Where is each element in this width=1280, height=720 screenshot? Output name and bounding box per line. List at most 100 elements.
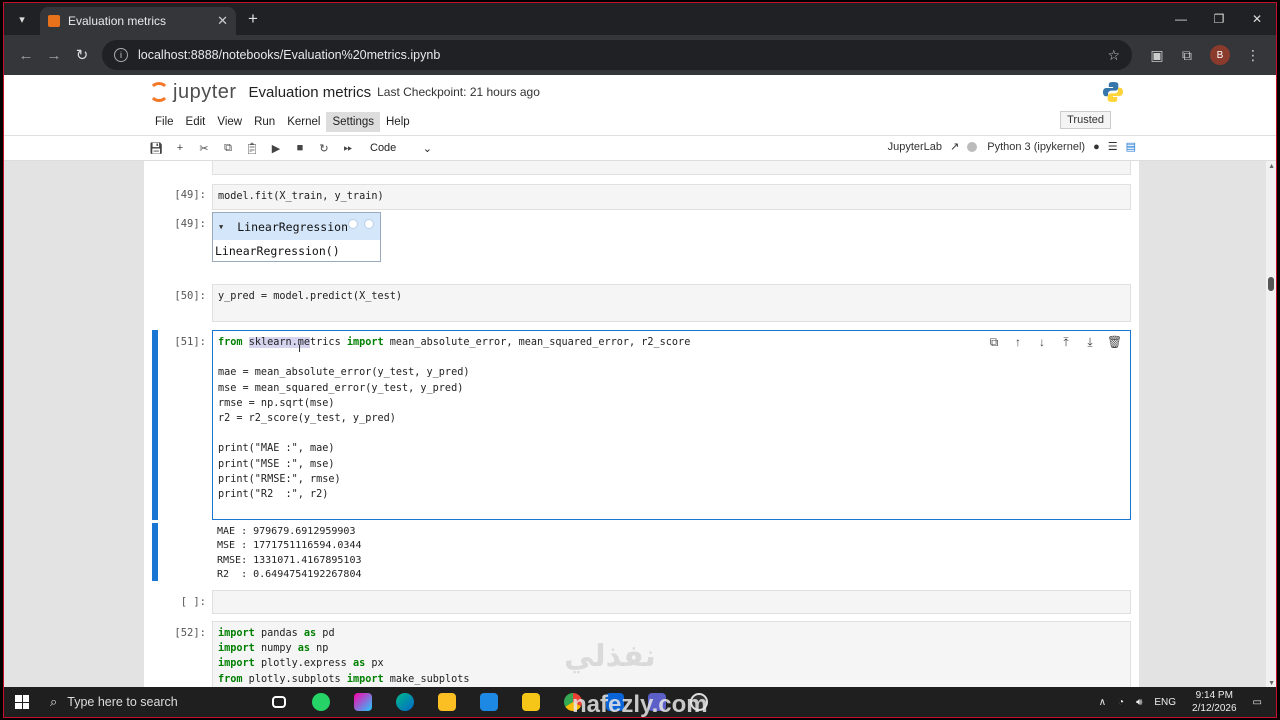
- code-line: model.fit(X_train, y_train): [218, 191, 384, 202]
- previous-cell-input[interactable]: [212, 161, 1131, 175]
- extensions-icon[interactable]: ⧉: [1172, 47, 1202, 64]
- maximize-icon[interactable]: ❐: [1200, 3, 1238, 35]
- empty-code-cell-input[interactable]: [212, 590, 1131, 614]
- code-line: print("R2 :", r2): [218, 489, 329, 501]
- output-prompt: [49]:: [174, 218, 206, 230]
- menu-view[interactable]: View: [211, 112, 248, 132]
- trusted-badge[interactable]: Trusted: [1060, 111, 1111, 129]
- restart-run-all-icon[interactable]: ⏩︎: [336, 142, 360, 155]
- reload-icon[interactable]: ↻: [68, 46, 96, 64]
- task-view-icon[interactable]: [258, 687, 300, 717]
- stop-icon[interactable]: ■: [288, 142, 312, 154]
- kernel-name[interactable]: Python 3 (ipykernel): [987, 141, 1085, 153]
- cell-toolbar: ⧉ ↑ ↓ ⤒ ⤓ 🗑︎: [987, 335, 1123, 350]
- move-down-icon[interactable]: ↓: [1035, 335, 1049, 350]
- bookmark-star-icon[interactable]: ☆: [1107, 47, 1120, 64]
- notebook-page: [49]: model.fit(X_train, y_train) [49]: …: [144, 161, 1139, 689]
- cut-icon[interactable]: ✂: [192, 142, 216, 155]
- tab-title: Evaluation metrics: [68, 14, 167, 28]
- restart-icon[interactable]: ↻: [312, 142, 336, 155]
- external-link-icon: ↗: [950, 141, 960, 153]
- kernel-info-icon[interactable]: ●: [1093, 141, 1100, 153]
- whatsapp-icon[interactable]: [300, 687, 342, 717]
- screen: ▾ Evaluation metrics ✕ + — ❐ ✕ ← → ↻ i l…: [3, 2, 1277, 718]
- network-icon[interactable]: ◔: [1118, 697, 1124, 708]
- menu-edit[interactable]: Edit: [180, 112, 212, 132]
- code-line: print("MSE :", mse): [218, 458, 335, 470]
- menu-settings[interactable]: Settings: [326, 112, 380, 132]
- run-icon[interactable]: ▶: [264, 142, 288, 155]
- file-explorer-icon[interactable]: [510, 687, 552, 717]
- active-code-cell-input[interactable]: from sklearn.metrics import mean_absolut…: [212, 330, 1131, 520]
- output-line: MSE : 1771751116594.0344: [217, 540, 362, 552]
- info-icon[interactable]: [348, 219, 358, 229]
- scroll-up-icon[interactable]: ▲: [1268, 163, 1275, 170]
- estimator-widget[interactable]: ▼ LinearRegression LinearRegression(): [212, 212, 381, 262]
- system-tray: ∧ ◔ 🔊︎ ENG 9:14 PM 2/12/2026 ▭: [1093, 687, 1268, 717]
- cell-prompt: [ ]:: [180, 596, 206, 608]
- save-icon[interactable]: 💾︎: [144, 142, 168, 155]
- menu-kernel[interactable]: Kernel: [281, 112, 326, 132]
- microsoft-store-icon[interactable]: [426, 687, 468, 717]
- copilot-icon[interactable]: [342, 687, 384, 717]
- browser-toolbar: ← → ↻ i localhost:8888/notebooks/Evaluat…: [4, 35, 1276, 75]
- jupyterlab-link[interactable]: JupyterLab: [888, 141, 942, 153]
- watermark-latin: nafezly.com: [572, 691, 708, 718]
- close-window-icon[interactable]: ✕: [1238, 3, 1276, 35]
- app-install-icon[interactable]: ▣: [1142, 47, 1172, 64]
- move-up-icon[interactable]: ↑: [1011, 335, 1025, 350]
- insert-below-icon[interactable]: ⤓: [1083, 335, 1097, 350]
- notebook-title[interactable]: Evaluation metrics: [249, 84, 372, 101]
- show-hidden-icons-icon[interactable]: ∧: [1099, 697, 1106, 708]
- taskbar-search[interactable]: ⌕ Type here to search: [40, 687, 240, 717]
- output-line: RMSE: 1331071.4167895103: [217, 554, 362, 566]
- table-of-contents-icon[interactable]: ▤: [1126, 140, 1136, 153]
- duplicate-cell-icon[interactable]: ⧉: [987, 335, 1001, 350]
- address-bar[interactable]: i localhost:8888/notebooks/Evaluation%20…: [102, 40, 1132, 70]
- watermark-arabic: نفذلي: [564, 640, 656, 673]
- tab-search-icon[interactable]: ▾: [8, 7, 36, 31]
- vscode-icon[interactable]: [468, 687, 510, 717]
- jupyter-logo[interactable]: jupyter: [149, 81, 237, 104]
- delete-cell-icon[interactable]: 🗑︎: [1107, 335, 1122, 350]
- new-tab-icon[interactable]: +: [248, 9, 258, 29]
- profile-avatar[interactable]: B: [1210, 45, 1230, 65]
- menu-help[interactable]: Help: [380, 112, 416, 132]
- estimator-header[interactable]: ▼ LinearRegression: [213, 213, 380, 240]
- url-text[interactable]: localhost:8888/notebooks/Evaluation%20me…: [138, 48, 1107, 62]
- close-tab-icon[interactable]: ✕: [217, 13, 228, 29]
- notifications-icon[interactable]: ▭: [1253, 697, 1262, 708]
- clock[interactable]: 9:14 PM 2/12/2026: [1192, 689, 1237, 715]
- output-line: R2 : 0.6494754192267804: [217, 568, 362, 580]
- code-cell-input[interactable]: y_pred = model.predict(X_test): [212, 284, 1131, 322]
- scroll-thumb[interactable]: [1268, 277, 1274, 291]
- hamburger-menu-icon[interactable]: ☰: [1108, 140, 1118, 153]
- forward-icon[interactable]: →: [40, 47, 68, 64]
- browser-menu-icon[interactable]: ⋮: [1238, 47, 1268, 64]
- scroll-down-icon[interactable]: ▼: [1268, 680, 1275, 687]
- minimize-icon[interactable]: —: [1162, 3, 1200, 35]
- site-info-icon[interactable]: i: [114, 48, 128, 62]
- insert-above-icon[interactable]: ⤒: [1059, 335, 1073, 350]
- language-indicator[interactable]: ENG: [1154, 697, 1176, 708]
- insert-cell-icon[interactable]: +: [168, 142, 192, 154]
- start-button[interactable]: [4, 695, 40, 709]
- cell-type-select[interactable]: Code ⌄: [370, 142, 432, 155]
- output-line: MAE : 979679.6912959903: [217, 526, 356, 537]
- code-cell-input[interactable]: import pandas as pd import numpy as np i…: [212, 621, 1131, 689]
- page-scrollbar[interactable]: ▲ ▼: [1266, 161, 1276, 689]
- search-placeholder: Type here to search: [67, 695, 178, 709]
- paste-icon[interactable]: 📋︎: [240, 142, 264, 155]
- menu-run[interactable]: Run: [248, 112, 281, 132]
- menu-file[interactable]: File: [149, 112, 180, 132]
- kernel-status-icon: [967, 141, 978, 152]
- browser-tab[interactable]: Evaluation metrics ✕: [40, 7, 236, 35]
- volume-icon[interactable]: 🔊︎: [1136, 697, 1142, 708]
- copy-icon[interactable]: ⧉: [216, 142, 240, 155]
- expand-arrow-icon[interactable]: ▼: [219, 223, 223, 231]
- back-icon[interactable]: ←: [12, 47, 40, 64]
- edge-icon[interactable]: [384, 687, 426, 717]
- code-cell-input[interactable]: model.fit(X_train, y_train): [212, 184, 1131, 210]
- jupyter-menubar: File Edit View Run Kernel Settings Help …: [4, 109, 1276, 135]
- jupyter-favicon-icon: [48, 15, 60, 27]
